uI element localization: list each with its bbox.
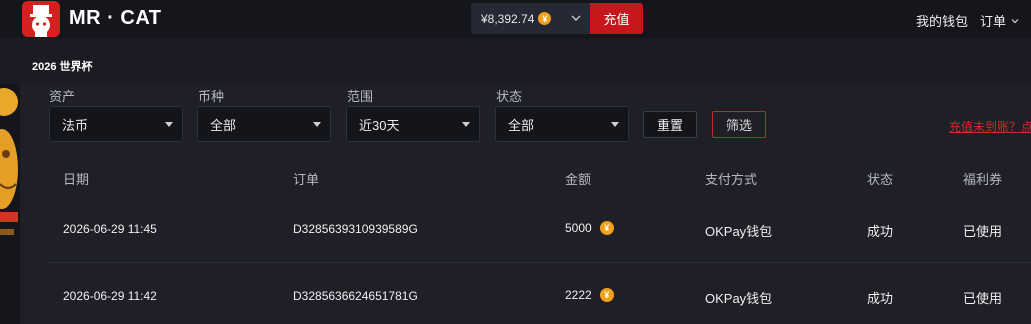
row-amount-value: 2222 (565, 288, 592, 302)
row-coupon: 已使用 (963, 224, 1003, 239)
filter-label-range: 范围 (347, 89, 374, 104)
filter-status-value: 全部 (508, 117, 535, 133)
balance-amount: ¥8,392.74 (481, 11, 535, 26)
brand-logo[interactable] (22, 1, 60, 37)
coin-icon: ¥ (599, 221, 614, 235)
filter-currency-select[interactable]: 全部 (197, 106, 331, 142)
row-date: 2026-06-29 11:42 (63, 289, 157, 303)
nav-orders-label: 订单 (980, 14, 1007, 29)
top-bar: MR · CAT ¥8,392.74 ¥ 充值 我的钱包 订单 (0, 0, 1031, 38)
filter-label-currency: 币种 (198, 89, 225, 104)
chevron-down-icon (1011, 18, 1019, 23)
row-order-id[interactable]: D3285639310939589G (293, 222, 418, 236)
nav-orders[interactable]: 订单 (980, 11, 1020, 30)
row-amount: 2222 ¥ (565, 288, 614, 302)
filter-currency-value: 全部 (210, 117, 237, 133)
row-payment-method: OKPay钱包 (705, 291, 773, 306)
column-header-date: 日期 (63, 172, 90, 187)
column-header-order: 订单 (293, 172, 320, 187)
topup-button[interactable]: 充值 (590, 3, 643, 34)
row-divider (48, 262, 1031, 263)
column-header-amount: 金额 (565, 172, 592, 187)
cat-mascot-icon (22, 1, 60, 37)
subnav-world-cup[interactable]: 2026 世界杯 (32, 58, 93, 74)
row-amount: 5000 ¥ (565, 221, 614, 235)
filter-status-select[interactable]: 全部 (495, 106, 629, 142)
coin-icon: ¥ (599, 288, 614, 302)
filter-range-value: 近30天 (359, 117, 400, 133)
filter-button[interactable]: 筛选 (712, 111, 766, 138)
mascot-illustration (0, 84, 20, 264)
row-status: 成功 (867, 291, 894, 306)
coin-icon: ¥ (538, 12, 552, 25)
row-coupon: 已使用 (963, 291, 1003, 306)
filter-label-status: 状态 (496, 89, 523, 104)
balance-selector[interactable]: ¥8,392.74 ¥ (471, 3, 590, 34)
sub-nav-bar (0, 38, 1031, 84)
brand-name[interactable]: MR · CAT (69, 7, 162, 30)
row-date: 2026-06-29 11:45 (63, 222, 157, 236)
caret-down-icon (462, 122, 470, 127)
row-amount-value: 5000 (565, 221, 592, 235)
row-order-id[interactable]: D3285636624651781G (293, 289, 418, 303)
chevron-down-icon (571, 15, 581, 21)
filter-asset-select[interactable]: 法币 (49, 106, 183, 142)
column-header-status: 状态 (867, 172, 894, 187)
column-header-payment-method: 支付方式 (705, 172, 758, 187)
filter-label-asset: 资产 (49, 89, 76, 104)
nav-my-wallet[interactable]: 我的钱包 (916, 11, 968, 30)
caret-down-icon (611, 122, 619, 127)
caret-down-icon (313, 122, 321, 127)
deposit-help-link[interactable]: 充值未到账？点 (949, 118, 1031, 135)
row-status: 成功 (867, 224, 894, 239)
row-payment-method: OKPay钱包 (705, 224, 773, 239)
filter-asset-value: 法币 (62, 117, 89, 133)
caret-down-icon (165, 122, 173, 127)
filter-range-select[interactable]: 近30天 (346, 106, 480, 142)
column-header-coupon: 福利券 (963, 172, 1003, 187)
reset-button[interactable]: 重置 (643, 111, 697, 138)
